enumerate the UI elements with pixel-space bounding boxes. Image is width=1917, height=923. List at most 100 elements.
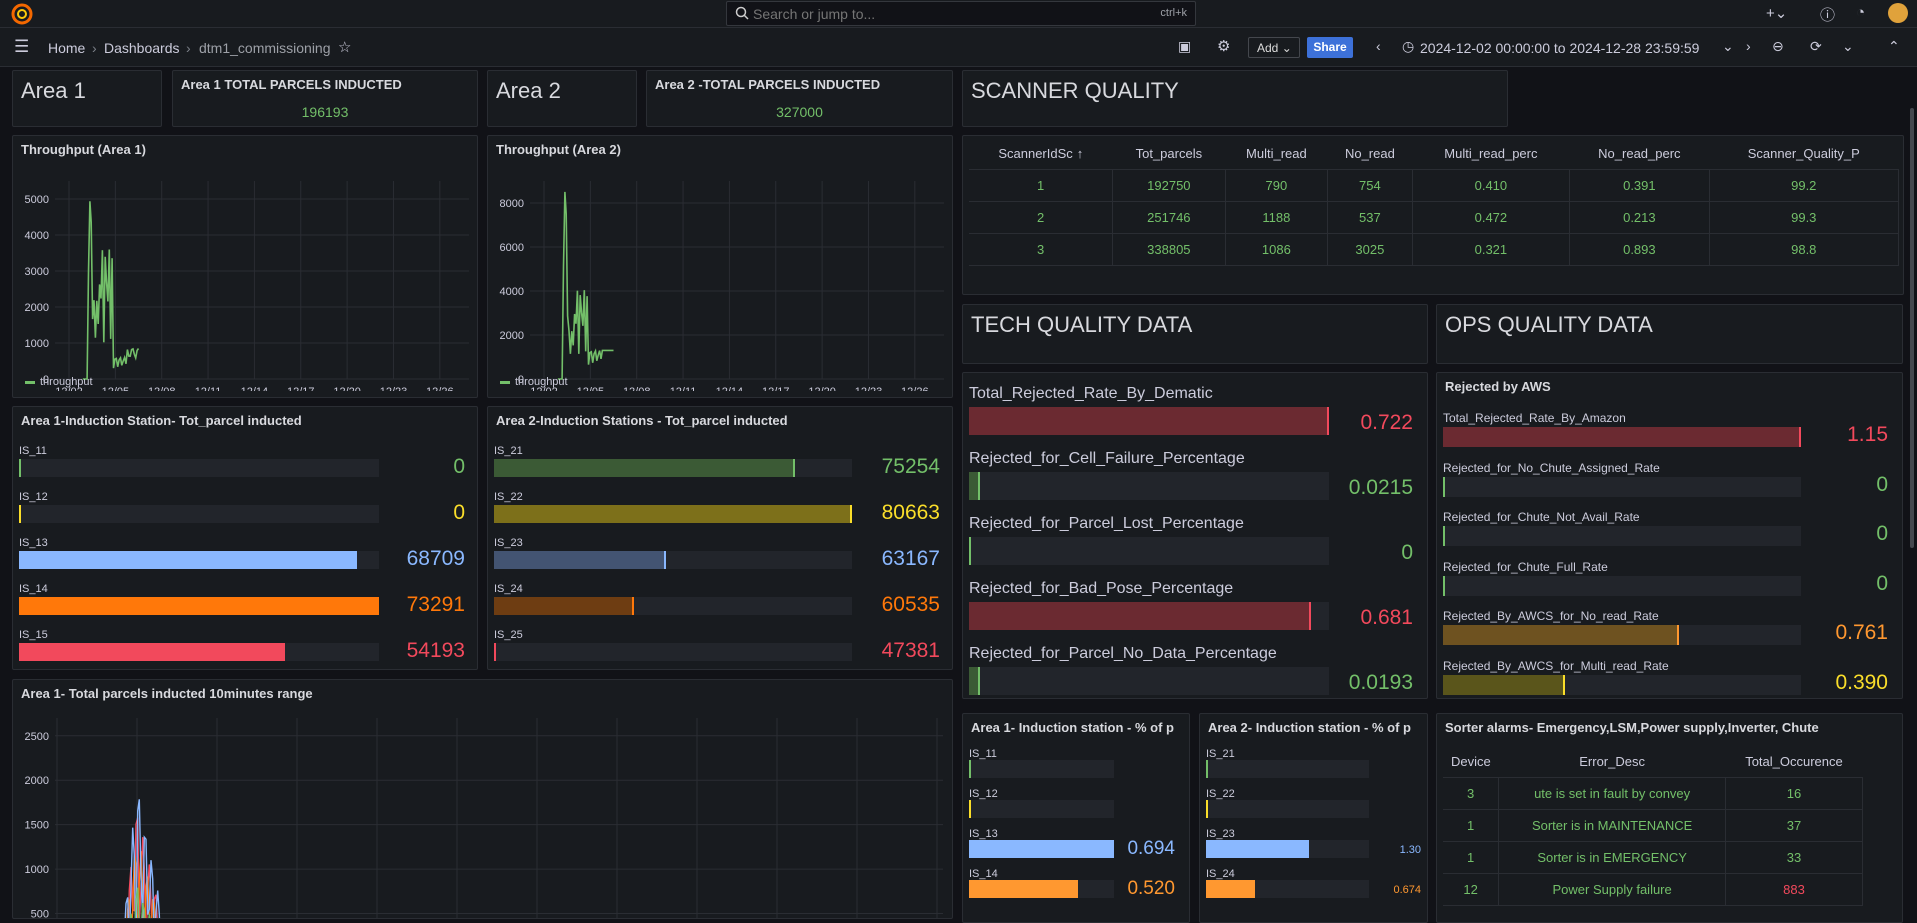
table-cell: 2 xyxy=(969,201,1114,234)
bar-gauge-label: Rejected_for_Parcel_No_Data_Percentage xyxy=(969,645,1277,662)
breadcrumb-home[interactable]: Home xyxy=(48,40,85,56)
x-tick-label: 12/26 xyxy=(901,386,929,391)
page-scrollbar[interactable] xyxy=(1910,108,1914,548)
bar-gauge-fill xyxy=(19,459,21,477)
star-icon[interactable]: ☆ xyxy=(338,38,351,56)
column-header[interactable]: Total_Occurence xyxy=(1725,747,1863,778)
bar-gauge-label: IS_22 xyxy=(1206,788,1235,800)
refresh-icon[interactable]: ⟳ xyxy=(1810,38,1822,55)
x-tick-label: 12/11 xyxy=(670,386,697,391)
bar-gauge-value: 0.674 xyxy=(1393,884,1421,896)
column-header[interactable]: ScannerIdSc ↑ xyxy=(969,139,1113,170)
bar-gauge-label: IS_22 xyxy=(494,491,523,503)
save-icon[interactable]: ▣ xyxy=(1178,38,1191,55)
legend-throughput-area2[interactable]: throughput xyxy=(500,376,568,388)
x-tick-label: 12/08 xyxy=(623,386,651,391)
chevron-right-icon: › xyxy=(186,40,191,56)
column-header[interactable]: No_read_perc xyxy=(1569,139,1710,170)
area1-total-value: 196193 xyxy=(301,104,349,120)
table-cell: 33 xyxy=(1725,841,1864,874)
settings-gear-icon[interactable]: ⚙ xyxy=(1217,37,1230,55)
help-icon[interactable]: ⓘ xyxy=(1820,4,1835,25)
bar-gauge-label: Rejected_By_AWCS_for_No_read_Rate xyxy=(1443,609,1659,623)
ops-sub-title: Rejected by AWS xyxy=(1445,379,1551,394)
bar-gauge-label: IS_25 xyxy=(494,629,523,641)
x-tick-label: 12/08 xyxy=(148,386,176,391)
bar-gauge-value: 68709 xyxy=(406,547,465,570)
column-header[interactable]: Scanner_Quality_P xyxy=(1709,139,1899,170)
table-cell: 1 xyxy=(1443,841,1500,874)
bar-gauge-label: IS_14 xyxy=(969,868,998,880)
table-cell: 0.472 xyxy=(1412,201,1571,234)
column-header-label: Scanner_Quality_P xyxy=(1747,146,1860,162)
bar-gauge-value: 0 xyxy=(1876,472,1888,496)
bar-gauge-value: 0.761 xyxy=(1835,621,1888,644)
bar-gauge-fill xyxy=(1443,625,1680,645)
bar-gauge-track xyxy=(19,643,379,661)
time-range-picker[interactable]: 2024-12-02 00:00:00 to 2024-12-28 23:59:… xyxy=(1420,40,1699,56)
table-cell: 3025 xyxy=(1327,233,1413,266)
table-cell: ute is set in fault by convey xyxy=(1498,777,1726,810)
area1-title-panel: Area 1 xyxy=(12,70,162,127)
bar-gauge-fill xyxy=(19,505,21,523)
bar-gauge-label: IS_12 xyxy=(19,491,48,503)
share-button[interactable]: Share xyxy=(1307,37,1353,58)
area2-total-panel: Area 2 -TOTAL PARCELS INDUCTED 327000 xyxy=(646,70,953,127)
grafana-logo-icon[interactable] xyxy=(11,3,33,25)
table-cell: 99.3 xyxy=(1709,201,1900,234)
x-tick-label: 12/23 xyxy=(855,386,883,391)
user-avatar[interactable] xyxy=(1888,3,1908,23)
legend-label: throughput xyxy=(515,376,568,388)
alarms-title: Sorter alarms- Emergency,LSM,Power suppl… xyxy=(1445,720,1819,735)
bar-gauge-track xyxy=(494,551,852,569)
x-tick-label: 12/17 xyxy=(287,386,315,391)
column-header[interactable]: Tot_parcels xyxy=(1112,139,1226,170)
zoom-out-icon[interactable]: ⊖ xyxy=(1772,38,1784,55)
ops-title-panel: OPS QUALITY DATA xyxy=(1436,304,1903,364)
chevron-down-icon[interactable]: ⌄ xyxy=(1722,38,1734,55)
search-input[interactable] xyxy=(753,5,1053,23)
collapse-icon[interactable]: ⌃ xyxy=(1888,38,1900,55)
bar-gauge-fill xyxy=(1206,760,1208,778)
y-tick-label: 2000 xyxy=(25,302,49,314)
bar-gauge-fill xyxy=(1443,674,1565,695)
search-icon xyxy=(735,6,749,20)
search-bar[interactable]: ctrl+k xyxy=(726,1,1196,26)
news-rss-icon[interactable]: ◔ xyxy=(1856,4,1865,21)
table-cell: 1 xyxy=(1443,809,1500,842)
add-button[interactable]: Add ⌄ xyxy=(1248,37,1300,58)
scanner-table-panel: ScannerIdSc ↑ Tot_parcels Multi_read No_read… xyxy=(962,135,1904,295)
area1-title: Area 1 xyxy=(21,78,86,103)
nav-bar: ☰ Home › Dashboards › dtm1_commissioning… xyxy=(0,28,1917,67)
ops-quality-panel: Rejected by AWS Total_Rejected_Rate_By_A… xyxy=(1436,372,1903,699)
bar-gauge-label: Rejected_for_Chute_Not_Avail_Rate xyxy=(1443,510,1640,524)
y-tick-label: 4000 xyxy=(500,286,524,298)
y-tick-label: 2000 xyxy=(25,775,49,787)
bar-gauge-value: 0 xyxy=(453,455,465,478)
x-tick-label: 12/11 xyxy=(195,386,222,391)
bar-gauge-track xyxy=(19,459,379,477)
column-header[interactable]: Device xyxy=(1443,747,1499,778)
table-cell: 99.2 xyxy=(1709,169,1900,202)
is-area1-panel: Area 1-Induction Station- Tot_parcel ind… xyxy=(12,406,478,670)
bar-gauge-label: IS_11 xyxy=(19,445,47,457)
legend-throughput-area1[interactable]: throughput xyxy=(25,376,93,388)
refresh-interval-chevron-icon[interactable]: ⌄ xyxy=(1842,38,1854,55)
column-header[interactable]: No_read xyxy=(1327,139,1413,170)
new-plus-icon[interactable]: +⌄ xyxy=(1766,4,1787,22)
pct-area2-title: Area 2- Induction station - % of p xyxy=(1208,720,1411,735)
breadcrumb-dashboards[interactable]: Dashboards xyxy=(104,40,180,56)
column-header[interactable]: Multi_read xyxy=(1225,139,1328,170)
is-area1-title: Area 1-Induction Station- Tot_parcel ind… xyxy=(21,413,302,428)
bar-gauge-track xyxy=(19,551,379,569)
bar-gauge-value: 60535 xyxy=(881,593,940,616)
column-header-label: Multi_read_perc xyxy=(1444,146,1538,162)
time-forward-icon[interactable]: › xyxy=(1746,38,1751,54)
column-header[interactable]: Multi_read_perc xyxy=(1412,139,1570,170)
menu-hamburger-icon[interactable]: ☰ xyxy=(14,37,29,57)
time-back-icon[interactable]: ‹ xyxy=(1376,38,1381,54)
bar-gauge-value: 0.694 xyxy=(1127,838,1175,859)
column-header[interactable]: Error_Desc xyxy=(1498,747,1726,778)
bar-gauge-value: 1.30 xyxy=(1399,844,1421,856)
bar-gauge-fill xyxy=(969,537,971,565)
